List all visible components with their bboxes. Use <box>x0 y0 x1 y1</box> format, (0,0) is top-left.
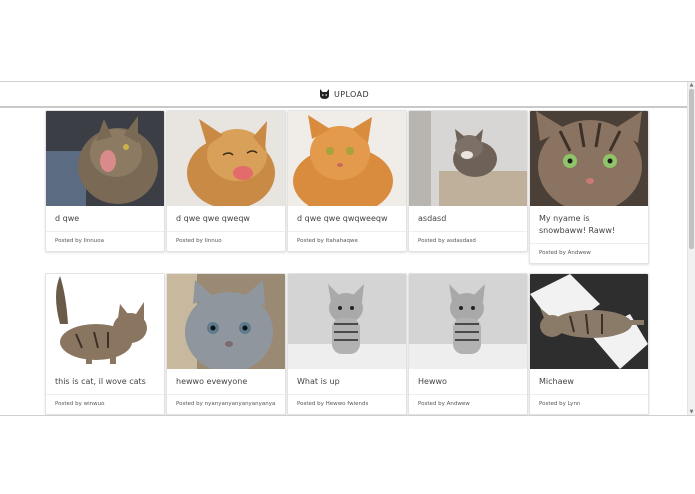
card-poster: Posted by Andwew <box>539 250 591 256</box>
card-poster: Posted by asdasdasd <box>418 238 476 244</box>
cat-card[interactable]: hewwo evewyone Posted by nyanyanyanyanya… <box>166 273 286 415</box>
cat-card[interactable]: Hewwo Posted by Andwew <box>408 273 528 415</box>
app-viewport: UPLOAD d qwe Posted by Iinnuoa d qwe qwe… <box>0 81 695 416</box>
cat-card-grid: d qwe Posted by Iinnuoa d qwe qwe qweqw … <box>0 82 688 415</box>
cat-card[interactable]: My nyame is snowbaww! Raww! Posted by An… <box>529 110 649 264</box>
vertical-scrollbar[interactable]: ▲ ▼ <box>687 82 695 415</box>
card-poster: Posted by Hewwo fwiends <box>297 401 369 407</box>
card-title: asdasd <box>409 206 527 232</box>
cat-card[interactable]: d qwe qwe qweqw Posted by Iinnuo <box>166 110 286 252</box>
card-poster: Posted by Iinnuo <box>176 238 222 244</box>
card-title: this is cat, il wove cats <box>46 369 164 395</box>
card-title: d qwe <box>46 206 164 232</box>
card-poster: Posted by winwuo <box>55 401 105 407</box>
cat-photo <box>530 274 648 369</box>
cat-card[interactable]: d qwe Posted by Iinnuoa <box>45 110 165 252</box>
card-poster: Posted by nyanyanyanyanyanyanya <box>176 401 276 407</box>
cat-card[interactable]: asdasd Posted by asdasdasd <box>408 110 528 252</box>
cat-card[interactable]: d qwe qwe qwqweeqw Posted by Itahahaqwe <box>287 110 407 252</box>
cat-photo <box>167 274 285 369</box>
scroll-thumb[interactable] <box>689 89 694 249</box>
card-title: d qwe qwe qwqweeqw <box>288 206 406 232</box>
card-title: My nyame is snowbaww! Raww! <box>530 206 648 244</box>
card-poster: Posted by Iinnuoa <box>55 238 104 244</box>
card-poster: Posted by Itahahaqwe <box>297 238 358 244</box>
cat-photo <box>530 111 648 206</box>
card-title: What is up <box>288 369 406 395</box>
card-title: d qwe qwe qweqw <box>167 206 285 232</box>
scroll-down-icon[interactable]: ▼ <box>688 409 695 415</box>
cat-photo <box>409 274 527 369</box>
cat-photo <box>46 111 164 206</box>
cat-card[interactable]: this is cat, il wove cats Posted by winw… <box>45 273 165 415</box>
cat-card[interactable]: What is up Posted by Hewwo fwiends <box>287 273 407 415</box>
scroll-up-icon[interactable]: ▲ <box>688 82 695 88</box>
cat-photo <box>288 274 406 369</box>
card-title: Hewwo <box>409 369 527 395</box>
card-title: hewwo evewyone <box>167 369 285 395</box>
card-poster: Posted by Andwew <box>418 401 470 407</box>
cat-card[interactable]: Michaew Posted by Lynn <box>529 273 649 415</box>
cat-photo <box>409 111 527 206</box>
card-title: Michaew <box>530 369 648 395</box>
cat-photo <box>46 274 164 369</box>
card-poster: Posted by Lynn <box>539 401 581 407</box>
cat-photo <box>288 111 406 206</box>
cat-photo <box>167 111 285 206</box>
